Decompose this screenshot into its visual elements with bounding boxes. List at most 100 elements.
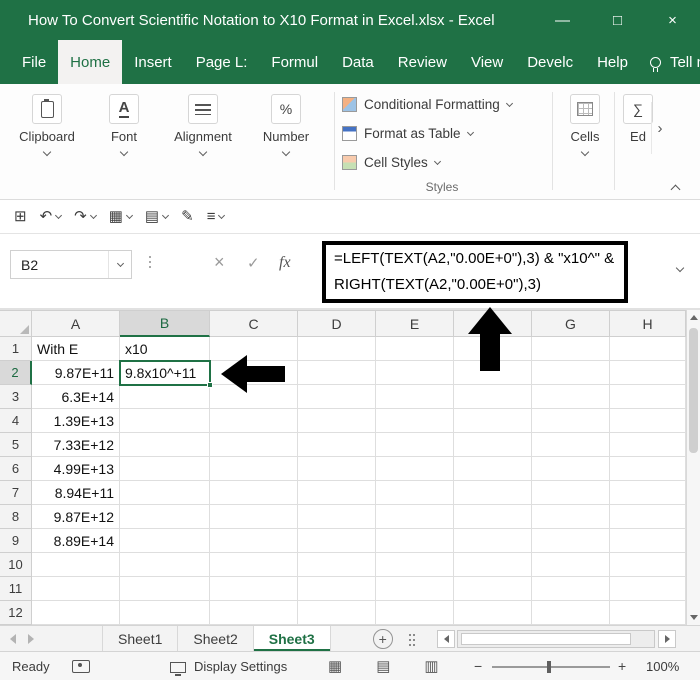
- chevron-down-icon[interactable]: [89, 211, 97, 219]
- cell-A6[interactable]: 4.99E+13: [32, 457, 120, 481]
- sheet-tab-sheet3[interactable]: Sheet3: [253, 626, 331, 651]
- zoom-in-button[interactable]: +: [618, 658, 626, 674]
- name-box-dropdown[interactable]: [109, 259, 131, 267]
- cell-B4[interactable]: [120, 409, 210, 433]
- cell-A7[interactable]: 8.94E+11: [32, 481, 120, 505]
- hscroll-left-button[interactable]: [437, 630, 455, 648]
- sheet-tab-sheet1[interactable]: Sheet1: [102, 626, 179, 651]
- chevron-down-icon[interactable]: [505, 99, 513, 107]
- chevron-down-icon[interactable]: [125, 211, 133, 219]
- ribbon-scroll-right-button[interactable]: ›: [651, 102, 668, 154]
- enter-button[interactable]: ✓: [247, 254, 260, 272]
- vertical-scrollbar[interactable]: [686, 310, 700, 625]
- sheet-options-icon[interactable]: [408, 633, 411, 636]
- menu-tab-formul[interactable]: Formul: [259, 40, 330, 84]
- column-header-E[interactable]: E: [376, 310, 454, 337]
- hscroll-right-button[interactable]: [658, 630, 676, 648]
- cell-H2[interactable]: [610, 361, 686, 385]
- row-header-4[interactable]: 4: [0, 409, 32, 433]
- cell-G6[interactable]: [532, 457, 610, 481]
- chevron-down-icon[interactable]: [433, 157, 441, 165]
- cell-B9[interactable]: [120, 529, 210, 553]
- chevron-down-icon[interactable]: [466, 128, 474, 136]
- maximize-button[interactable]: □: [590, 0, 645, 40]
- redo-button[interactable]: ↷: [74, 209, 97, 224]
- tell-me-box[interactable]: Tell me: [649, 40, 700, 84]
- cell-B12[interactable]: [120, 601, 210, 625]
- cell-E10[interactable]: [376, 553, 454, 577]
- cell-G7[interactable]: [532, 481, 610, 505]
- menu-tab-file[interactable]: File: [10, 40, 58, 84]
- cell-E3[interactable]: [376, 385, 454, 409]
- formula-bar-handle-icon[interactable]: [149, 256, 151, 258]
- cell-B6[interactable]: [120, 457, 210, 481]
- cell-H5[interactable]: [610, 433, 686, 457]
- cell-D5[interactable]: [298, 433, 376, 457]
- row-header-3[interactable]: 3: [0, 385, 32, 409]
- cell-A3[interactable]: 6.3E+14: [32, 385, 120, 409]
- cell-B10[interactable]: [120, 553, 210, 577]
- row-header-10[interactable]: 10: [0, 553, 32, 577]
- cell-H7[interactable]: [610, 481, 686, 505]
- chevron-down-icon[interactable]: [119, 147, 129, 157]
- cell-E1[interactable]: [376, 337, 454, 361]
- cells-group-button[interactable]: Cells: [556, 94, 614, 157]
- cell-F6[interactable]: [454, 457, 532, 481]
- row-header-9[interactable]: 9: [0, 529, 32, 553]
- cell-D1[interactable]: [298, 337, 376, 361]
- cell-styles-button[interactable]: Cell Styles: [342, 148, 512, 177]
- cell-C7[interactable]: [210, 481, 298, 505]
- horizontal-scrollbar-thumb[interactable]: [461, 633, 631, 645]
- cell-A9[interactable]: 8.89E+14: [32, 529, 120, 553]
- menu-tab-insert[interactable]: Insert: [122, 40, 184, 84]
- cell-G4[interactable]: [532, 409, 610, 433]
- chevron-down-icon[interactable]: [580, 147, 590, 157]
- zoom-slider-thumb[interactable]: [547, 661, 551, 673]
- normal-view-icon[interactable]: ▦: [328, 657, 342, 675]
- display-settings-button[interactable]: Display Settings: [170, 659, 287, 676]
- cell-F3[interactable]: [454, 385, 532, 409]
- cell-F9[interactable]: [454, 529, 532, 553]
- cell-B5[interactable]: [120, 433, 210, 457]
- collapse-ribbon-button[interactable]: [670, 180, 681, 198]
- cell-E8[interactable]: [376, 505, 454, 529]
- clipboard-group-button[interactable]: Clipboard: [14, 94, 80, 157]
- cell-F7[interactable]: [454, 481, 532, 505]
- cancel-button[interactable]: ×: [214, 252, 225, 273]
- row-header-1[interactable]: 1: [0, 337, 32, 361]
- cell-G12[interactable]: [532, 601, 610, 625]
- cell-H10[interactable]: [610, 553, 686, 577]
- chevron-down-icon[interactable]: [42, 147, 52, 157]
- cell-H1[interactable]: [610, 337, 686, 361]
- formula-bar-expand-button[interactable]: [675, 258, 685, 276]
- cell-A2[interactable]: 9.87E+11: [32, 361, 120, 385]
- next-sheet-icon[interactable]: [28, 633, 34, 644]
- cell-A1[interactable]: With E: [32, 337, 120, 361]
- cell-C11[interactable]: [210, 577, 298, 601]
- cell-G3[interactable]: [532, 385, 610, 409]
- insert-function-button[interactable]: fx: [279, 254, 291, 272]
- row-header-8[interactable]: 8: [0, 505, 32, 529]
- cell-D7[interactable]: [298, 481, 376, 505]
- cell-H4[interactable]: [610, 409, 686, 433]
- cell-A5[interactable]: 7.33E+12: [32, 433, 120, 457]
- cell-F4[interactable]: [454, 409, 532, 433]
- minimize-button[interactable]: —: [535, 0, 590, 40]
- format-page-button[interactable]: ▤: [145, 209, 170, 224]
- zoom-level[interactable]: 100%: [646, 659, 679, 674]
- cell-B11[interactable]: [120, 577, 210, 601]
- cell-H9[interactable]: [610, 529, 686, 553]
- page-break-view-icon[interactable]: ▥: [424, 657, 438, 675]
- cell-E5[interactable]: [376, 433, 454, 457]
- conditional-formatting-button[interactable]: Conditional Formatting: [342, 90, 513, 119]
- font-group-button[interactable]: A Font: [94, 94, 154, 157]
- cell-F10[interactable]: [454, 553, 532, 577]
- row-header-12[interactable]: 12: [0, 601, 32, 625]
- workbook-button[interactable]: ⊞: [14, 209, 27, 224]
- cell-H8[interactable]: [610, 505, 686, 529]
- cell-G5[interactable]: [532, 433, 610, 457]
- cell-C4[interactable]: [210, 409, 298, 433]
- cell-E9[interactable]: [376, 529, 454, 553]
- cell-D9[interactable]: [298, 529, 376, 553]
- cell-B1[interactable]: x10: [120, 337, 210, 361]
